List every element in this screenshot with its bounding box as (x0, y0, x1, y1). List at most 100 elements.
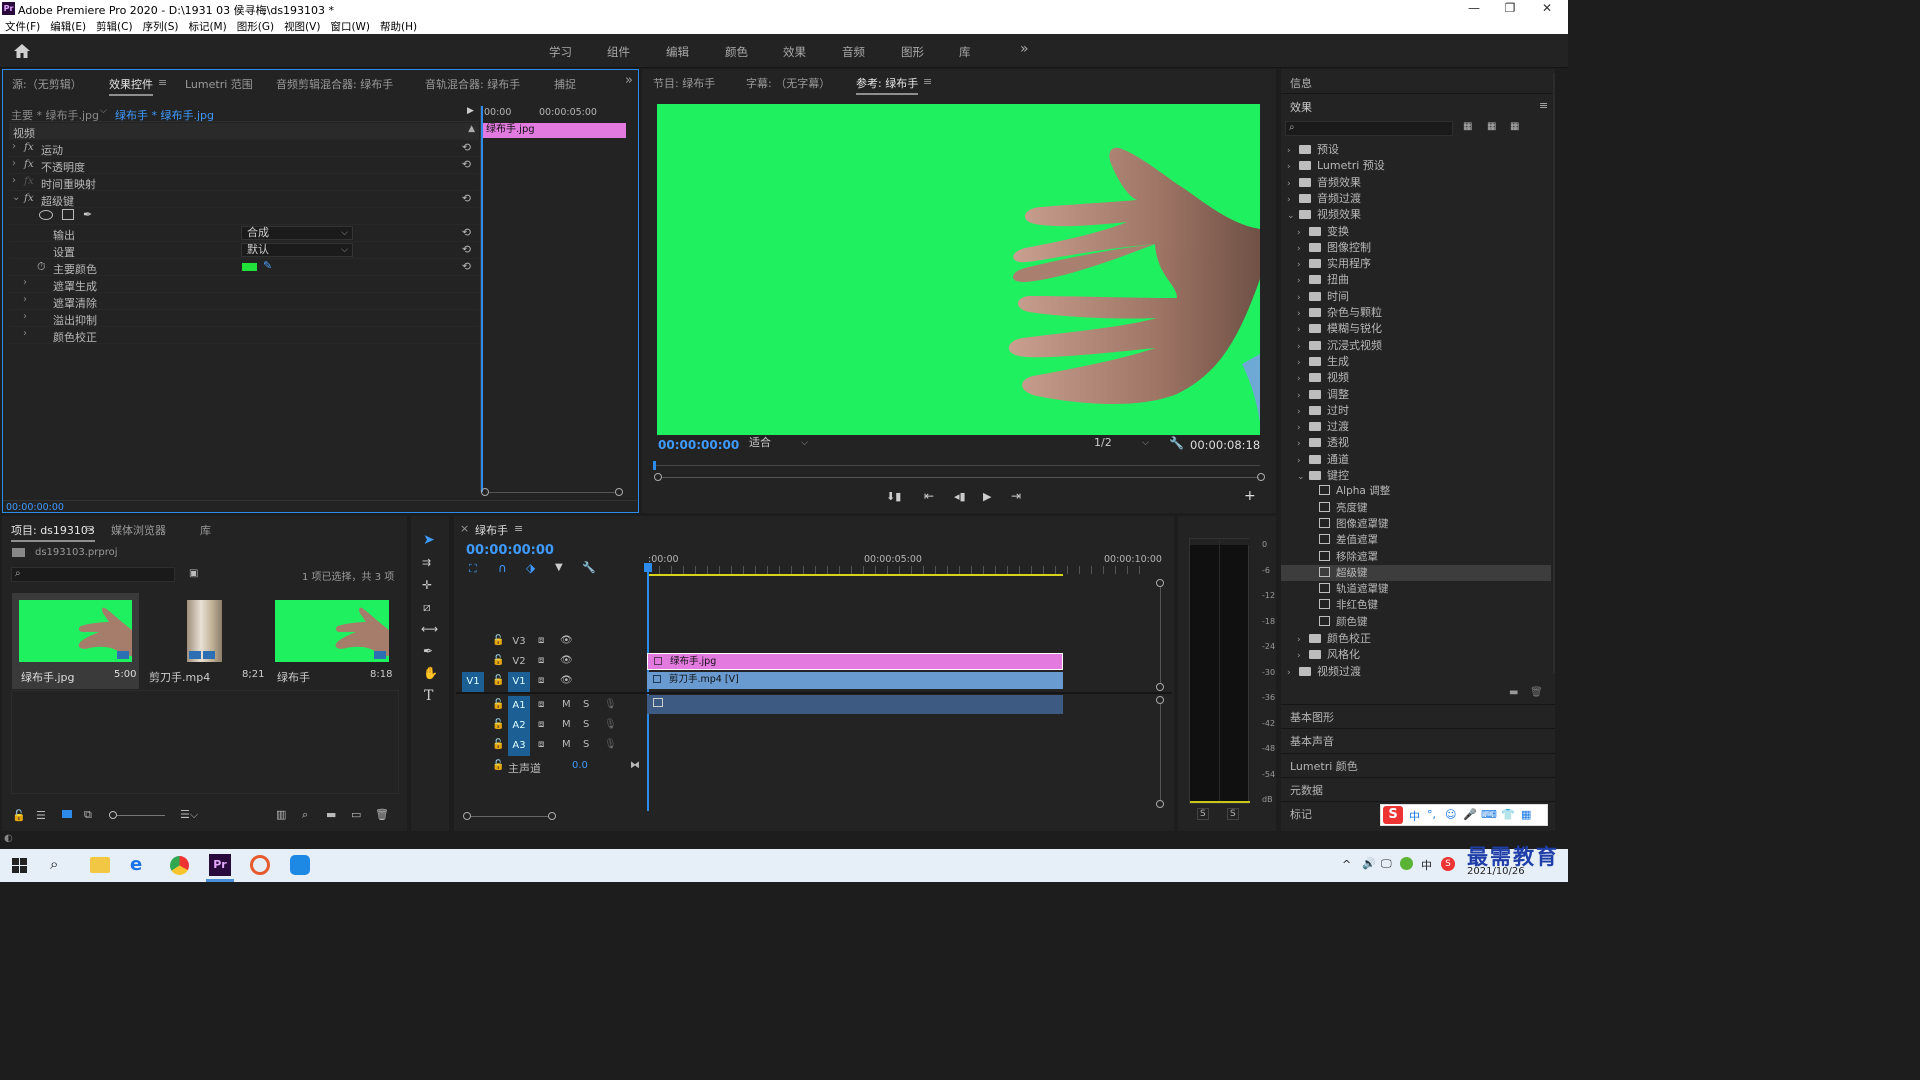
zoom-handle-left[interactable] (481, 488, 489, 496)
effects-folder[interactable]: › 时间 (1297, 288, 1549, 304)
effects-folder[interactable]: › 图像控制 (1297, 239, 1549, 255)
razor-tool-icon[interactable]: ⧄ (423, 600, 431, 615)
add-marker-icon[interactable]: ▼ (555, 562, 563, 573)
taskbar-date[interactable]: 2021/10/26 (1467, 866, 1525, 877)
effects-item[interactable]: 亮度键 (1307, 500, 1549, 516)
tab-lumetri-scopes[interactable]: Lumetri 范围 (185, 76, 253, 92)
effects-folder[interactable]: › 音频过渡 (1287, 190, 1549, 206)
effects-folder[interactable]: › 音频效果 (1287, 174, 1549, 190)
lock-track-icon[interactable]: 🔓 (492, 719, 504, 730)
solo-button[interactable]: S (583, 699, 589, 710)
chevron-down-icon[interactable]: ⌵ (100, 106, 107, 116)
effects-menu-icon[interactable]: ≡ (1539, 99, 1548, 112)
tab-menu-icon[interactable]: ≡ (158, 76, 167, 89)
clear-icon[interactable]: 🗑 (375, 808, 389, 821)
workspace-assembly[interactable]: 组件 (607, 44, 630, 60)
effect-row-time-remap[interactable]: › fx 时间重映射 (9, 174, 479, 191)
ime-keyboard-button[interactable]: ⌨ (1481, 808, 1497, 821)
delete-icon[interactable]: 🗑 (1530, 687, 1543, 698)
timeline-ruler-ticks[interactable] (647, 566, 1147, 574)
pen-tool-icon[interactable]: ✒ (423, 644, 433, 658)
effects-folder[interactable]: › 颜色校正 (1297, 630, 1549, 646)
chevron-right-icon[interactable]: › (1297, 358, 1309, 368)
essential-sound-panel[interactable]: 基本声音 (1290, 733, 1334, 749)
effect-row-opacity[interactable]: › fx 不透明度 ⟲ (9, 157, 479, 174)
project-item-scissor-mp4[interactable]: 剪刀手.mp4 8;21 (143, 593, 270, 689)
play-icon[interactable]: ▶ (983, 490, 991, 503)
effects-folder[interactable]: ⌄ 视频效果 (1287, 206, 1549, 222)
clip-a1-audio[interactable] (647, 695, 1063, 714)
subgroup-spill-suppression[interactable]: › 溢出抑制 (9, 310, 479, 327)
sort-icon[interactable]: ☰⌵ (180, 808, 198, 822)
effects-folder[interactable]: › 扭曲 (1297, 271, 1549, 287)
clip-label[interactable]: 绿布手 * 绿布手.jpg (115, 107, 214, 123)
subgroup-matte-cleanup[interactable]: › 遮罩清除 (9, 293, 479, 310)
sync-lock-icon[interactable]: ⧈ (538, 739, 544, 750)
chevron-right-icon[interactable]: › (1287, 146, 1299, 156)
new-bin-icon[interactable]: ▬ (326, 808, 336, 821)
list-view-icon[interactable]: ☰ (36, 809, 46, 822)
menu-view[interactable]: 视图(V) (279, 18, 325, 34)
step-back-icon[interactable]: ◂▮ (954, 490, 966, 503)
lock-track-icon[interactable]: 🔓 (492, 760, 504, 771)
track-select-tool-icon[interactable]: ⇉ (422, 556, 431, 569)
effects-folder[interactable]: › 过时 (1297, 402, 1549, 418)
workspace-graphics[interactable]: 图形 (901, 44, 924, 60)
ime-punct-toggle[interactable]: °, (1427, 808, 1436, 821)
mute-button[interactable]: M (562, 719, 571, 730)
track-name[interactable]: V2 (508, 652, 530, 672)
markers-panel[interactable]: 标记 (1290, 806, 1312, 822)
lock-icon[interactable]: 🔓 (12, 809, 26, 822)
ime-voice-button[interactable]: 🎤 (1463, 808, 1477, 821)
info-panel-header[interactable]: 信息 (1290, 75, 1312, 91)
pen-mask-icon[interactable]: ✒ (83, 208, 92, 221)
nest-toggle-icon[interactable]: ⛶ (469, 562, 477, 576)
edge-browser-icon[interactable]: e (130, 854, 142, 875)
video-vscroll-track[interactable] (1160, 587, 1161, 683)
premiere-taskbar-icon[interactable]: Pr (209, 854, 231, 876)
tab-audio-track-mixer[interactable]: 音轨混合器: 绿布手 (425, 76, 520, 92)
home-icon[interactable] (12, 42, 32, 60)
mute-button[interactable]: M (562, 739, 571, 750)
chevron-right-icon[interactable]: › (1297, 374, 1309, 384)
lock-track-icon[interactable]: 🔓 (492, 675, 504, 686)
tab-audio-clip-mixer[interactable]: 音频剪辑混合器: 绿布手 (276, 76, 393, 92)
tabs-overflow-button[interactable]: » (625, 73, 633, 88)
go-to-out-icon[interactable]: ⇥ (1011, 489, 1021, 503)
linked-selection-icon[interactable]: ⬗ (526, 561, 535, 575)
effects-folder[interactable]: › 沉浸式视频 (1297, 337, 1549, 353)
expand-caret-icon[interactable]: › (12, 175, 16, 186)
effects-folder[interactable]: › 实用程序 (1297, 255, 1549, 271)
chevron-right-icon[interactable]: › (1297, 651, 1309, 661)
sync-lock-icon[interactable]: ⧈ (538, 655, 544, 666)
sync-lock-icon[interactable]: ⧈ (538, 699, 544, 710)
app-icon-blue[interactable] (290, 855, 310, 875)
close-button[interactable]: ✕ (1530, 0, 1564, 18)
sync-lock-icon[interactable]: ⧈ (538, 719, 544, 730)
tab-libraries[interactable]: 库 (200, 522, 211, 538)
ime-menu-button[interactable]: ▦ (1521, 808, 1531, 821)
tab-captions[interactable]: 字幕: （无字幕） (746, 75, 830, 91)
metadata-panel[interactable]: 元数据 (1290, 782, 1323, 798)
expand-caret-icon[interactable]: › (23, 311, 27, 322)
close-tab-icon[interactable]: × (460, 522, 469, 535)
reset-icon[interactable]: ⟲ (462, 260, 471, 273)
menu-help[interactable]: 帮助(H) (375, 18, 422, 34)
workspace-audio[interactable]: 音频 (842, 44, 865, 60)
microphone-icon[interactable]: 🎙 (604, 699, 617, 710)
output-dropdown[interactable]: 合成 ⌵ (241, 226, 353, 240)
h-zoom-handle-left[interactable] (463, 812, 471, 820)
playhead[interactable] (481, 106, 483, 492)
scrub-zoom-left[interactable] (654, 473, 662, 481)
effects-folder[interactable]: › 风格化 (1297, 646, 1549, 662)
effects-item[interactable]: 轨道遮罩键 (1307, 581, 1549, 597)
workspace-effects[interactable]: 效果 (783, 44, 806, 60)
chevron-right-icon[interactable]: › (1297, 244, 1309, 254)
program-timecode[interactable]: 00:00:00:00 (658, 438, 739, 452)
new-item-icon[interactable]: ▭ (351, 808, 361, 821)
chevron-right-icon[interactable]: › (1297, 423, 1309, 433)
chevron-right-icon[interactable]: › (1287, 668, 1299, 678)
effects-folder[interactable]: › 过渡 (1297, 418, 1549, 434)
track-name[interactable]: A1 (508, 696, 530, 716)
tab-menu-icon[interactable]: ≡ (923, 75, 932, 88)
